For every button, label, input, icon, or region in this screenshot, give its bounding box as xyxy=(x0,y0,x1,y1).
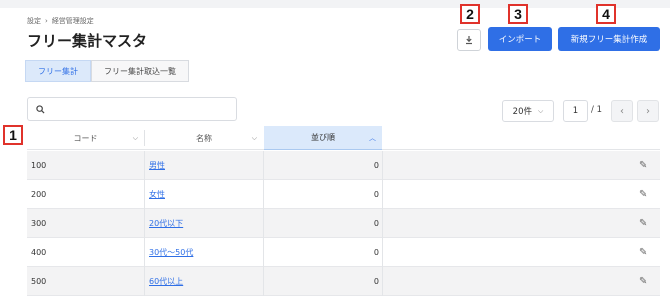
chevron-down-icon: ⌵ xyxy=(251,133,257,142)
column-divider xyxy=(382,180,383,209)
edit-icon[interactable]: ✎ xyxy=(639,209,647,238)
column-divider xyxy=(382,267,383,296)
download-button[interactable] xyxy=(457,29,481,51)
table-row: 300 20代以下 0 ✎ xyxy=(27,209,660,238)
cell-order: 0 xyxy=(373,248,379,257)
column-divider xyxy=(382,209,383,238)
cell-name-link[interactable]: 女性 xyxy=(149,180,165,209)
cell-order: 0 xyxy=(373,161,379,170)
download-icon xyxy=(466,36,472,45)
cell-order: 0 xyxy=(373,190,379,199)
column-header-label: 名称 xyxy=(196,133,212,143)
column-header-label: コード xyxy=(73,133,98,143)
search-input[interactable] xyxy=(51,98,236,120)
top-bar xyxy=(0,0,670,8)
cell-order: 0 xyxy=(373,219,379,228)
per-page-value: 20件 xyxy=(512,107,532,117)
column-header-order[interactable]: 並び順 ︿ xyxy=(264,126,382,150)
column-header-name[interactable]: 名称 ⌵ xyxy=(145,126,263,150)
table-row: 500 60代以上 0 ✎ xyxy=(27,267,660,296)
marker-1: 1 xyxy=(3,125,23,145)
search-box xyxy=(27,97,237,121)
edit-icon[interactable]: ✎ xyxy=(639,267,647,296)
cell-code: 100 xyxy=(31,161,47,170)
column-divider xyxy=(144,180,145,209)
table-row: 100 男性 0 ✎ xyxy=(27,151,660,180)
breadcrumb-item-management[interactable]: 経営管理設定 xyxy=(52,16,94,26)
column-header-label: 並び順 xyxy=(311,133,335,142)
breadcrumb-separator: › xyxy=(45,17,48,25)
cell-name-link[interactable]: 20代以下 xyxy=(149,209,183,238)
column-divider xyxy=(144,151,145,180)
per-page-select[interactable]: 20件 ⌵ xyxy=(502,100,554,122)
breadcrumb: 設定 › 経営管理設定 xyxy=(27,16,94,26)
cell-code: 300 xyxy=(31,219,47,228)
chevron-right-icon: › xyxy=(646,105,650,117)
search-icon xyxy=(36,104,45,114)
column-divider xyxy=(144,267,145,296)
page-title: フリー集計マスタ xyxy=(27,32,148,50)
column-divider xyxy=(382,151,383,180)
cell-name-link[interactable]: 男性 xyxy=(149,151,165,180)
tab-bar: フリー集計 フリー集計取込一覧 xyxy=(25,60,189,82)
next-page-button[interactable]: › xyxy=(637,100,659,122)
cell-code: 400 xyxy=(31,248,47,257)
cell-name-link[interactable]: 30代～50代 xyxy=(149,238,193,267)
tab-import-list[interactable]: フリー集計取込一覧 xyxy=(91,60,189,82)
create-free-aggregation-button[interactable]: 新規フリー集計作成 xyxy=(558,27,660,51)
table-row: 200 女性 0 ✎ xyxy=(27,180,660,209)
cell-code: 500 xyxy=(31,277,47,286)
column-divider xyxy=(382,238,383,267)
import-button[interactable]: インポート xyxy=(488,27,552,51)
column-divider xyxy=(144,238,145,267)
page-total: / 1 xyxy=(591,105,602,115)
cell-code: 200 xyxy=(31,190,47,199)
prev-page-button[interactable]: ‹ xyxy=(611,100,633,122)
chevron-up-icon: ︿ xyxy=(369,133,376,142)
table-row: 400 30代～50代 0 ✎ xyxy=(27,238,660,267)
marker-3: 3 xyxy=(508,4,528,24)
edit-icon[interactable]: ✎ xyxy=(639,180,647,209)
edit-icon[interactable]: ✎ xyxy=(639,151,647,180)
edit-icon[interactable]: ✎ xyxy=(639,238,647,267)
page-number-input[interactable]: 1 xyxy=(563,100,588,122)
chevron-left-icon: ‹ xyxy=(620,105,624,117)
tab-free-aggregation[interactable]: フリー集計 xyxy=(25,60,91,82)
table-header: コード ⌵ 名称 ⌵ 並び順 ︿ xyxy=(27,126,660,150)
marker-4: 4 xyxy=(596,4,616,24)
column-divider xyxy=(144,209,145,238)
chevron-down-icon: ⌵ xyxy=(538,106,544,115)
marker-2: 2 xyxy=(460,4,480,24)
cell-name-link[interactable]: 60代以上 xyxy=(149,267,183,296)
cell-order: 0 xyxy=(373,277,379,286)
chevron-down-icon: ⌵ xyxy=(132,133,138,142)
column-header-code[interactable]: コード ⌵ xyxy=(27,126,144,150)
breadcrumb-item-settings[interactable]: 設定 xyxy=(27,16,41,26)
